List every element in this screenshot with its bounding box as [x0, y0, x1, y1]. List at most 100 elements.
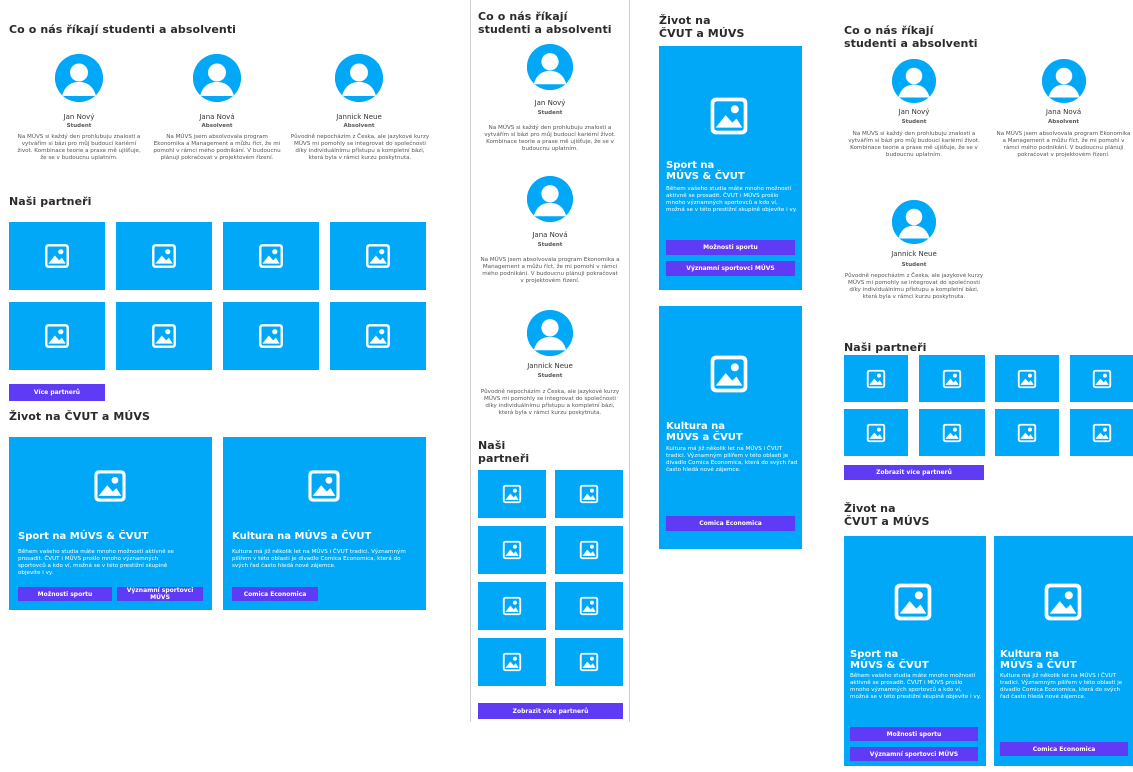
- comica-economica-button[interactable]: Comica Economica: [666, 516, 795, 531]
- avatar: [527, 176, 573, 222]
- sport-options-button[interactable]: Možnosti sportu: [666, 240, 795, 255]
- testimonials-title: Co o nás říkají studenti a absolventi: [9, 23, 237, 36]
- person-name: Jannick Neue: [891, 250, 937, 258]
- person-role: Absolvent: [343, 123, 375, 129]
- partner-logo[interactable]: [555, 470, 623, 518]
- comica-economica-button[interactable]: Comica Economica: [1000, 742, 1128, 756]
- partner-logo[interactable]: [478, 470, 546, 518]
- image-placeholder-icon: [502, 540, 522, 560]
- person-role: Student: [66, 123, 92, 129]
- person-name: Jana Nová: [532, 231, 568, 239]
- life-title: Život na ČVUT a MÚVS: [9, 410, 151, 423]
- partner-logo[interactable]: [330, 302, 426, 370]
- person-name: Jannick Neue: [527, 362, 573, 370]
- show-more-partners-button[interactable]: Zobrazit více partnerů: [844, 465, 984, 480]
- partner-logo[interactable]: [478, 638, 546, 686]
- avatar: [892, 200, 936, 244]
- partner-logo[interactable]: [116, 222, 212, 290]
- partner-logo[interactable]: [9, 222, 105, 290]
- person-role: Student: [901, 119, 927, 125]
- sport-options-button[interactable]: Možnosti sportu: [850, 727, 978, 741]
- image-placeholder-icon: [502, 652, 522, 672]
- partner-logo[interactable]: [555, 526, 623, 574]
- image-placeholder-icon: [579, 484, 599, 504]
- partner-logo[interactable]: [995, 409, 1059, 456]
- culture-card: Kultura na MÚVS a ČVUT Kultura má již ně…: [659, 306, 802, 549]
- partner-logo[interactable]: [223, 302, 319, 370]
- sport-card-text: Během vašeho studia máte mnoho možností …: [850, 673, 982, 700]
- notable-athletes-button[interactable]: Významní sportovci MÚVS: [850, 747, 978, 761]
- partner-logo[interactable]: [844, 409, 908, 456]
- partner-logo[interactable]: [1070, 355, 1133, 402]
- partner-logo[interactable]: [995, 355, 1059, 402]
- culture-card: Kultura na MÚVS a ČVUT Kultura má již ně…: [994, 536, 1133, 766]
- life-title: Život na ČVUT a MÚVS: [844, 502, 930, 528]
- notable-athletes-button[interactable]: Významní sportovci MÚVS: [117, 587, 203, 601]
- partner-logo[interactable]: [919, 355, 985, 402]
- sport-card-title: Sport na MÚVS & ČVUT: [18, 531, 149, 542]
- person-role: Absolvent: [1048, 119, 1079, 125]
- culture-card-text: Kultura má již několik let na MÚVS i ČVU…: [666, 446, 798, 473]
- comica-economica-button[interactable]: Comica Economica: [232, 587, 318, 601]
- more-partners-button[interactable]: Více partnerů: [9, 384, 105, 401]
- image-placeholder-icon: [1043, 582, 1083, 626]
- image-placeholder-icon: [942, 423, 962, 443]
- partner-logo[interactable]: [478, 582, 546, 630]
- sport-card: Sport na MÚVS & ČVUT Během vašeho studia…: [659, 46, 802, 290]
- avatar: [892, 59, 936, 103]
- person-role: Student: [901, 262, 927, 268]
- sport-card: Sport na MÚVS & ČVUT Během vašeho studia…: [9, 437, 212, 610]
- image-placeholder-icon: [93, 469, 127, 507]
- person-name: Jan Nový: [63, 113, 95, 121]
- image-placeholder-icon: [893, 582, 933, 626]
- image-placeholder-icon: [258, 323, 284, 349]
- culture-card: Kultura na MÚVS a ČVUT Kultura má již ně…: [223, 437, 426, 610]
- person-testimonial: Na MÚVS jsem absolvovala program Ekonomi…: [996, 131, 1131, 158]
- image-placeholder-icon: [258, 243, 284, 269]
- image-placeholder-icon: [709, 354, 749, 398]
- partner-logo[interactable]: [330, 222, 426, 290]
- person-testimonial: Původně nepocházím z Česka, ale jazykové…: [480, 389, 620, 416]
- sport-card-title: Sport na MÚVS & ČVUT: [666, 160, 745, 182]
- sport-card: Sport na MÚVS & ČVUT Během vašeho studia…: [844, 536, 986, 766]
- person-name: Jannick Neue: [336, 113, 382, 121]
- image-placeholder-icon: [942, 369, 962, 389]
- sport-card-title: Sport na MÚVS & ČVUT: [850, 649, 929, 671]
- image-placeholder-icon: [866, 423, 886, 443]
- divider: [470, 0, 471, 722]
- partner-logo[interactable]: [1070, 409, 1133, 456]
- partners-title: Naši partneři: [844, 341, 927, 354]
- person-role: Absolvent: [201, 123, 233, 129]
- partner-logo[interactable]: [223, 222, 319, 290]
- image-placeholder-icon: [866, 369, 886, 389]
- show-more-partners-button[interactable]: Zobrazit více partnerů: [478, 703, 623, 719]
- testimonials-title: Co o nás říkají studenti a absolventi: [478, 10, 612, 36]
- sport-options-button[interactable]: Možnosti sportu: [18, 587, 112, 601]
- person-testimonial: Na MÚVS si každý den prohlubuju znalosti…: [17, 134, 141, 161]
- image-placeholder-icon: [1092, 369, 1112, 389]
- image-placeholder-icon: [1092, 423, 1112, 443]
- testimonials-title: Co o nás říkají studenti a absolventi: [844, 24, 978, 50]
- avatar: [193, 54, 241, 102]
- partner-logo[interactable]: [9, 302, 105, 370]
- image-placeholder-icon: [709, 96, 749, 140]
- partner-logo[interactable]: [116, 302, 212, 370]
- person-testimonial: Na MÚVS jsem absolvovala program Ekonomi…: [153, 134, 281, 161]
- partner-logo[interactable]: [555, 638, 623, 686]
- person-testimonial: Původně nepocházím z Česka, ale jazykové…: [290, 134, 430, 161]
- person-testimonial: Na MÚVS jsem absolvovala program Ekonomi…: [480, 257, 620, 284]
- image-placeholder-icon: [502, 484, 522, 504]
- avatar: [335, 54, 383, 102]
- image-placeholder-icon: [151, 243, 177, 269]
- avatar: [527, 310, 573, 356]
- partner-logo[interactable]: [844, 355, 908, 402]
- partner-logo[interactable]: [919, 409, 985, 456]
- notable-athletes-button[interactable]: Významní sportovci MÚVS: [666, 261, 795, 276]
- image-placeholder-icon: [579, 540, 599, 560]
- avatar: [55, 54, 103, 102]
- partner-logo[interactable]: [478, 526, 546, 574]
- partner-logo[interactable]: [555, 582, 623, 630]
- image-placeholder-icon: [579, 652, 599, 672]
- image-placeholder-icon: [502, 596, 522, 616]
- image-placeholder-icon: [579, 596, 599, 616]
